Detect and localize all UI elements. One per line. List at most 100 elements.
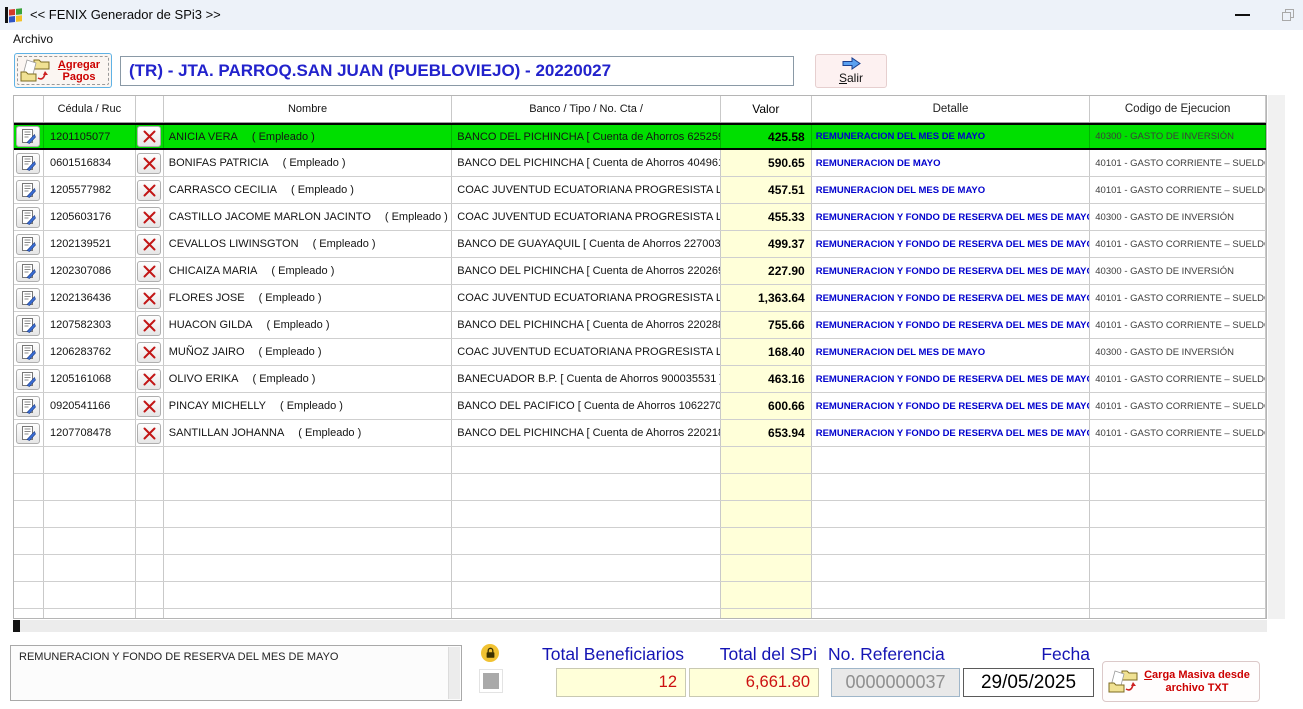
row-delete-button[interactable] <box>137 234 161 255</box>
row-cedula: 1201105077 <box>44 125 136 148</box>
table-row[interactable]: 1202139521CEVALLOS LIWINSGTON( Empleado … <box>14 231 1266 258</box>
row-delete-button[interactable] <box>137 423 161 444</box>
row-edit-button[interactable] <box>16 396 40 417</box>
row-valor: 457.51 <box>721 177 812 203</box>
salir-label: Salir <box>839 71 863 85</box>
horizontal-scrollbar[interactable] <box>13 620 1267 632</box>
fecha-field[interactable]: 29/05/2025 <box>963 668 1094 697</box>
table-row[interactable]: 0601516834BONIFAS PATRICIA( Empleado )BA… <box>14 150 1266 177</box>
edit-form-icon <box>21 318 36 333</box>
row-banco: BANECUADOR B.P. [ Cuenta de Ahorros 9000… <box>452 366 721 392</box>
row-detalle: REMUNERACION Y FONDO DE RESERVA DEL MES … <box>812 231 1091 257</box>
row-edit-button[interactable] <box>16 342 40 363</box>
carga-masiva-button[interactable]: Carga Masiva desdearchivo TXT <box>1102 661 1260 702</box>
row-edit-button[interactable] <box>16 126 40 147</box>
minimize-icon <box>1235 14 1250 16</box>
row-edit-button[interactable] <box>16 261 40 282</box>
row-detalle: REMUNERACION Y FONDO DE RESERVA DEL MES … <box>812 393 1091 419</box>
row-nombre: PINCAY MICHELLY( Empleado ) <box>164 393 453 419</box>
delete-x-icon <box>143 373 156 386</box>
empty-row <box>14 555 1266 582</box>
app-window: << FENIX Generador de SPi3 >> Archivo Ag… <box>0 0 1303 709</box>
row-detalle: REMUNERACION Y FONDO DE RESERVA DEL MES … <box>812 366 1091 392</box>
row-banco: BANCO DEL PICHINCHA [ Cuenta de Ahorros … <box>452 420 721 446</box>
minimize-button[interactable] <box>1222 0 1262 30</box>
empty-row <box>14 447 1266 474</box>
table-row[interactable]: 0920541166PINCAY MICHELLY( Empleado )BAN… <box>14 393 1266 420</box>
table-row[interactable]: 1207708478SANTILLAN JOHANNA( Empleado )B… <box>14 420 1266 447</box>
entity-field[interactable] <box>120 56 794 86</box>
row-edit-button[interactable] <box>16 207 40 228</box>
horizontal-scrollbar-thumb[interactable] <box>13 620 20 632</box>
edit-form-icon <box>21 399 36 414</box>
row-valor: 1,363.64 <box>721 285 812 311</box>
row-delete-button[interactable] <box>137 126 161 147</box>
row-delete-button[interactable] <box>137 180 161 201</box>
table-row[interactable]: 1205161068OLIVO ERIKA( Empleado )BANECUA… <box>14 366 1266 393</box>
row-delete-button[interactable] <box>137 369 161 390</box>
row-delete-button[interactable] <box>137 261 161 282</box>
edit-form-icon <box>21 291 36 306</box>
row-banco: COAC JUVENTUD ECUATORIANA PROGRESISTA LT… <box>452 339 721 365</box>
row-cedula: 1207708478 <box>44 420 136 446</box>
row-codigo: 40300 - GASTO DE INVERSIÓN <box>1090 125 1266 148</box>
menu-archivo[interactable]: Archivo <box>9 30 57 49</box>
vertical-scrollbar[interactable] <box>1268 95 1285 619</box>
row-cedula: 1205603176 <box>44 204 136 230</box>
row-edit-button[interactable] <box>16 369 40 390</box>
gray-square-button[interactable] <box>479 669 503 693</box>
header-codigo: Codigo de Ejecucion <box>1090 96 1266 122</box>
fecha-label: Fecha <box>960 644 1090 665</box>
table-row[interactable]: 1207582303HUACON GILDA( Empleado )BANCO … <box>14 312 1266 339</box>
row-nombre: ANICIA VERA( Empleado ) <box>164 125 453 148</box>
table-row[interactable]: 1202136436FLORES JOSE( Empleado )COAC JU… <box>14 285 1266 312</box>
detalle-scrollbar[interactable] <box>448 647 460 699</box>
row-edit-button[interactable] <box>16 288 40 309</box>
delete-x-icon <box>143 238 156 251</box>
edit-form-icon <box>21 426 36 441</box>
empty-row <box>14 609 1266 619</box>
edit-form-icon <box>21 156 36 171</box>
row-banco: BANCO DEL PACIFICO [ Cuenta de Ahorros 1… <box>452 393 721 419</box>
row-valor: 425.58 <box>721 125 812 148</box>
row-delete-button[interactable] <box>137 153 161 174</box>
agregar-pagos-label: AgregarPagos <box>51 59 107 83</box>
edit-form-icon <box>21 372 36 387</box>
table-header: Cédula / Ruc Nombre Banco / Tipo / No. C… <box>14 96 1266 123</box>
row-banco: COAC JUVENTUD ECUATORIANA PROGRESISTA LT… <box>452 177 721 203</box>
table-row[interactable]: 1205603176CASTILLO JACOME MARLON JACINTO… <box>14 204 1266 231</box>
table-row[interactable]: 1206283762MUÑOZ JAIRO( Empleado )COAC JU… <box>14 339 1266 366</box>
row-cedula: 1205577982 <box>44 177 136 203</box>
empty-row <box>14 582 1266 609</box>
row-banco: BANCO DEL PICHINCHA [ Cuenta de Ahorros … <box>452 312 721 338</box>
row-valor: 499.37 <box>721 231 812 257</box>
table-row[interactable]: 1201105077ANICIA VERA( Empleado )BANCO D… <box>14 123 1266 150</box>
delete-x-icon <box>143 319 156 332</box>
row-edit-button[interactable] <box>16 315 40 336</box>
table-row[interactable]: 1202307086CHICAIZA MARIA( Empleado )BANC… <box>14 258 1266 285</box>
row-edit-button[interactable] <box>16 423 40 444</box>
total-beneficiarios-field: 12 <box>556 668 686 697</box>
row-delete-button[interactable] <box>137 315 161 336</box>
row-edit-button[interactable] <box>16 234 40 255</box>
row-banco: COAC JUVENTUD ECUATORIANA PROGRESISTA LT… <box>452 285 721 311</box>
exit-arrow-icon <box>840 57 862 70</box>
row-delete-button[interactable] <box>137 288 161 309</box>
row-edit-button[interactable] <box>16 153 40 174</box>
row-detalle: REMUNERACION Y FONDO DE RESERVA DEL MES … <box>812 258 1091 284</box>
row-cedula: 1207582303 <box>44 312 136 338</box>
carga-masiva-label: Carga Masiva desdearchivo TXT <box>1139 669 1255 695</box>
table-row[interactable]: 1205577982CARRASCO CECILIA( Empleado )CO… <box>14 177 1266 204</box>
salir-button[interactable]: Salir <box>815 54 887 88</box>
row-delete-button[interactable] <box>137 207 161 228</box>
row-delete-button[interactable] <box>137 342 161 363</box>
detalle-textarea[interactable]: REMUNERACION Y FONDO DE RESERVA DEL MES … <box>10 645 462 701</box>
row-detalle: REMUNERACION DE MAYO <box>812 150 1091 176</box>
restore-button[interactable] <box>1268 0 1303 30</box>
delete-x-icon <box>143 130 156 143</box>
agregar-pagos-button[interactable]: AgregarPagos <box>14 53 112 88</box>
row-codigo: 40101 - GASTO CORRIENTE – SUELDOS <box>1090 150 1266 176</box>
row-delete-button[interactable] <box>137 396 161 417</box>
row-nombre: MUÑOZ JAIRO( Empleado ) <box>164 339 453 365</box>
row-edit-button[interactable] <box>16 180 40 201</box>
